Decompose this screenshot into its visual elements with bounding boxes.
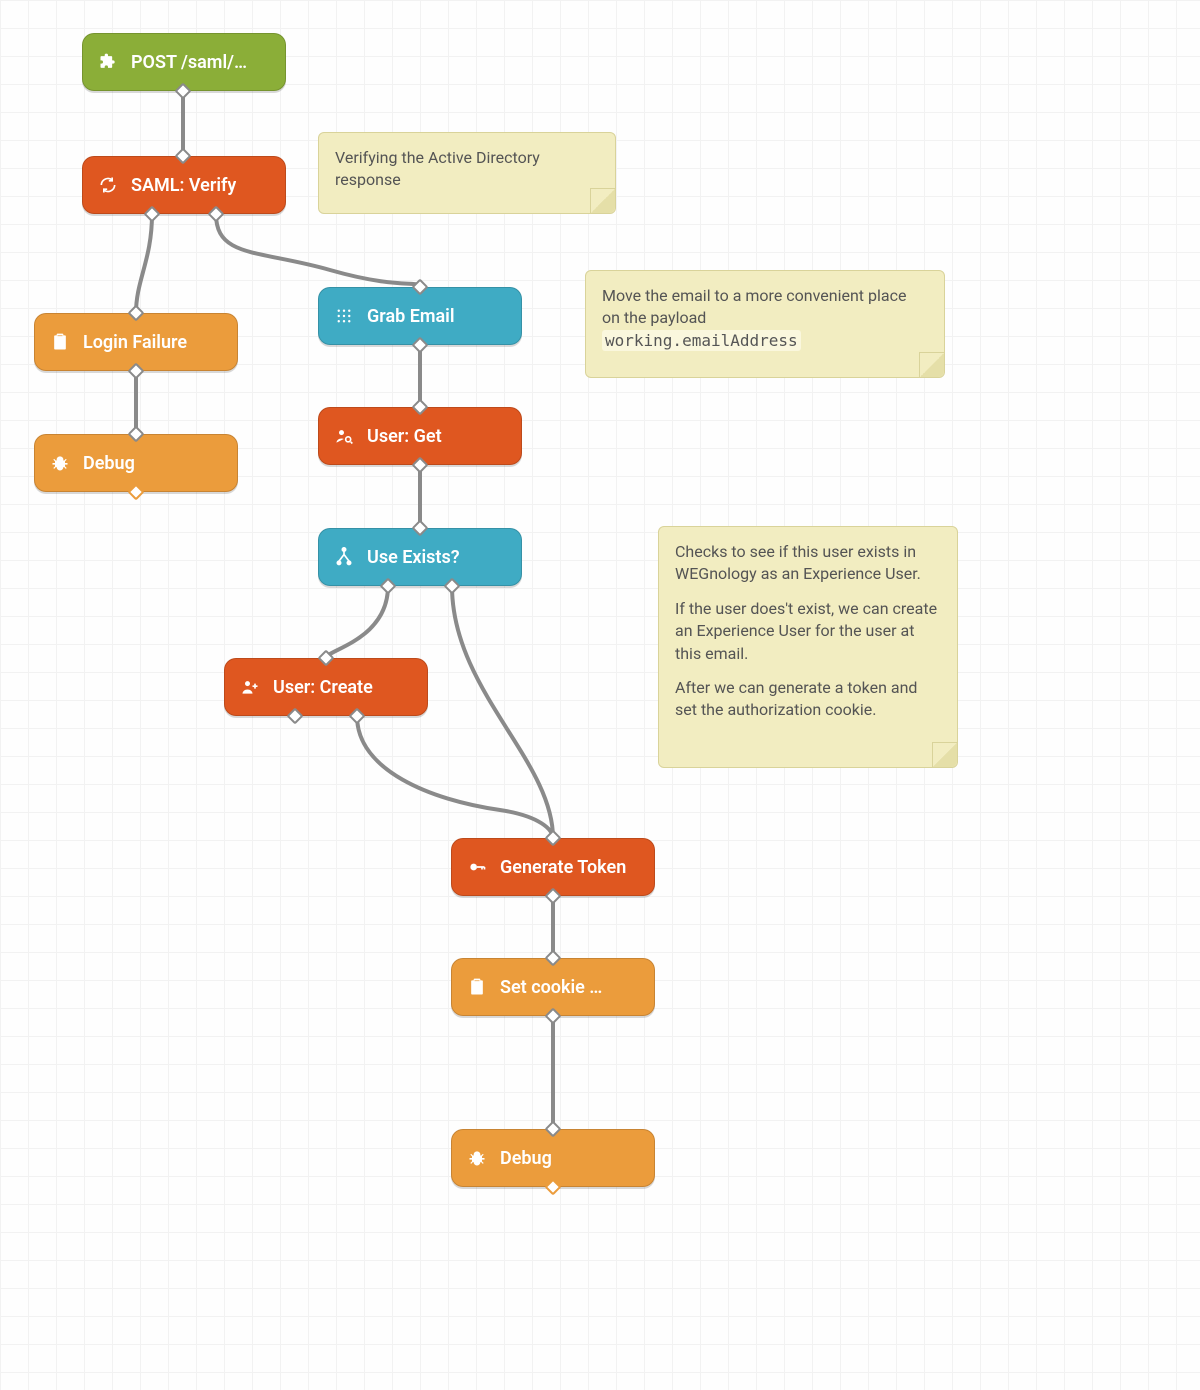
node-saml-verify[interactable]: SAML: Verify (82, 156, 286, 214)
workflow-canvas[interactable]: POST /saml/… SAML: Verify Login Failure … (0, 0, 1200, 1390)
node-label: Use Exists? (367, 547, 460, 568)
note-fold-icon (919, 352, 944, 377)
note-code: working.emailAddress (602, 330, 801, 351)
node-label: Generate Token (500, 857, 626, 878)
cycle-icon (97, 174, 119, 196)
note-text: Move the email to a more convenient plac… (602, 286, 906, 327)
node-label: User: Create (273, 677, 373, 698)
node-user-create[interactable]: User: Create (224, 658, 428, 716)
node-post-saml[interactable]: POST /saml/… (82, 33, 286, 91)
node-label: Grab Email (367, 306, 455, 327)
note[interactable]: Checks to see if this user exists in WEG… (658, 526, 958, 768)
note-text: If the user does't exist, we can create … (675, 598, 941, 665)
note-text: Verifying the Active Directory response (335, 148, 540, 189)
user-add-icon (239, 676, 261, 698)
note-fold-icon (590, 188, 615, 213)
node-label: Set cookie … (500, 977, 602, 998)
key-icon (466, 856, 488, 878)
clipboard-icon (466, 976, 488, 998)
node-label: Login Failure (83, 332, 187, 353)
bug-icon (49, 452, 71, 474)
branch-icon (333, 546, 355, 568)
note-text: Checks to see if this user exists in WEG… (675, 541, 941, 586)
node-label: Debug (83, 453, 135, 474)
user-search-icon (333, 425, 355, 447)
node-use-exists[interactable]: Use Exists? (318, 528, 522, 586)
grid-icon (333, 305, 355, 327)
node-label: POST /saml/… (131, 52, 247, 73)
note[interactable]: Verifying the Active Directory response (318, 132, 616, 214)
node-label: SAML: Verify (131, 175, 236, 196)
puzzle-icon (97, 51, 119, 73)
bug-icon (466, 1147, 488, 1169)
note-text: After we can generate a token and set th… (675, 677, 941, 722)
note[interactable]: Move the email to a more convenient plac… (585, 270, 945, 378)
clipboard-icon (49, 331, 71, 353)
note-fold-icon (932, 742, 957, 767)
node-label: Debug (500, 1148, 552, 1169)
node-label: User: Get (367, 426, 442, 447)
